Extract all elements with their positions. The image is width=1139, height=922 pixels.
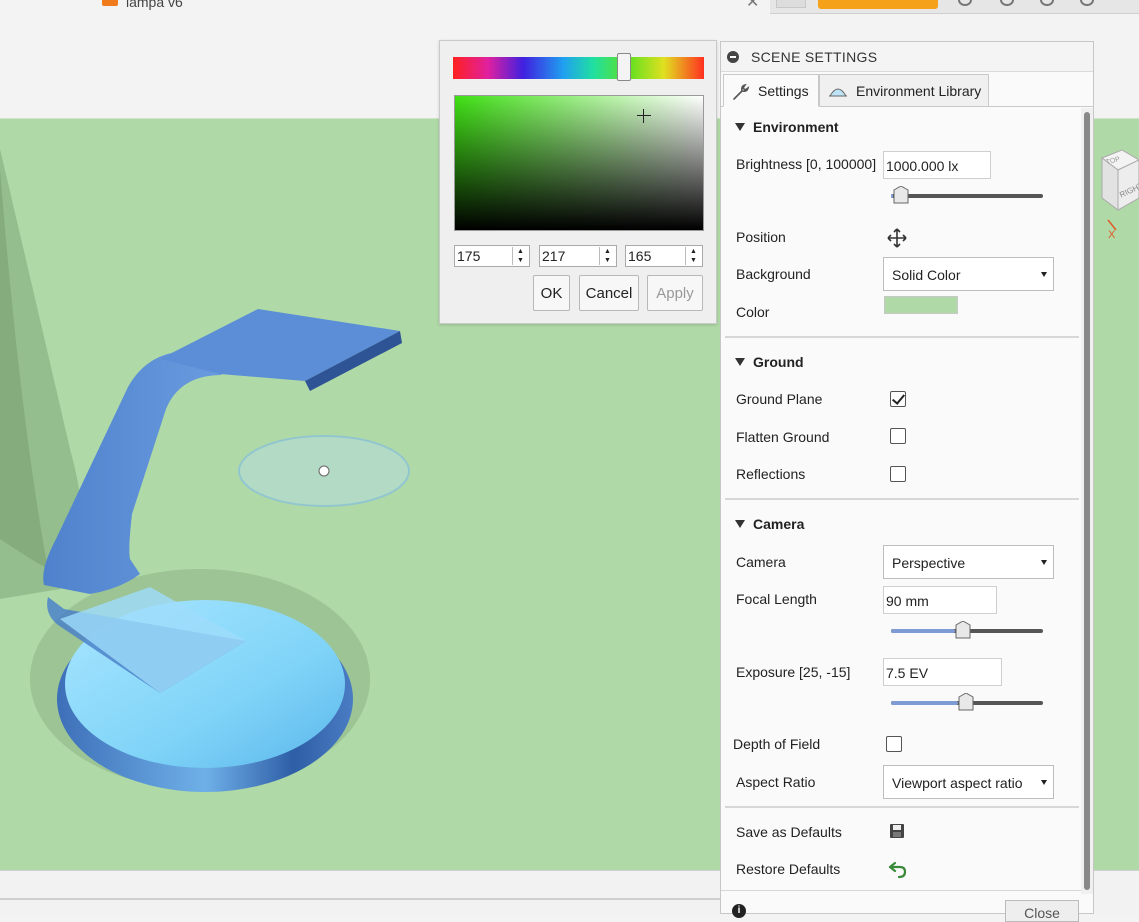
light-position-handle bbox=[318, 465, 330, 477]
wrench-icon bbox=[733, 83, 750, 100]
view-cube[interactable]: TOP RIGHT X bbox=[1094, 148, 1139, 248]
document-title[interactable]: lampa v6 bbox=[126, 0, 183, 10]
background-label: Background bbox=[736, 266, 811, 282]
focal-length-slider[interactable] bbox=[891, 621, 1043, 639]
focal-length-slider-thumb[interactable] bbox=[955, 621, 971, 639]
brightness-input[interactable]: 1000.000 lx bbox=[883, 151, 991, 179]
section-camera[interactable]: Camera bbox=[735, 516, 804, 532]
chevron-down-icon bbox=[1041, 780, 1047, 785]
title-bar: lampa v6 ✕ bbox=[0, 0, 1139, 14]
camera-dropdown[interactable]: Perspective bbox=[883, 545, 1054, 579]
saturation-value-area[interactable] bbox=[454, 95, 704, 231]
green-spinner[interactable]: ▲ ▼ bbox=[599, 247, 615, 265]
camera-label: Camera bbox=[736, 554, 786, 570]
section-environment[interactable]: Environment bbox=[735, 119, 839, 135]
close-tab-icon[interactable]: ✕ bbox=[746, 0, 759, 12]
aspect-ratio-dropdown[interactable]: Viewport aspect ratio bbox=[883, 765, 1054, 799]
exposure-slider[interactable] bbox=[891, 693, 1043, 711]
tab-environment-label: Environment Library bbox=[856, 83, 982, 99]
blue-spinner[interactable]: ▲ ▼ bbox=[685, 247, 701, 265]
chevron-down-icon bbox=[1041, 272, 1047, 277]
reflections-label: Reflections bbox=[736, 466, 806, 482]
color-swatch[interactable] bbox=[884, 296, 958, 314]
depth-of-field-checkbox[interactable] bbox=[886, 736, 902, 752]
blue-input[interactable]: ▲▼ bbox=[625, 245, 703, 267]
info-icon[interactable]: i bbox=[732, 904, 746, 918]
close-button[interactable]: Close bbox=[1005, 900, 1079, 922]
ok-button[interactable]: OK bbox=[533, 275, 570, 311]
green-input[interactable]: ▲▼ bbox=[539, 245, 617, 267]
brightness-label: Brightness [0, 100000] bbox=[736, 156, 877, 172]
red-input[interactable]: ▲▼ bbox=[454, 245, 530, 267]
flatten-ground-checkbox[interactable] bbox=[890, 428, 906, 444]
ground-plane-label: Ground Plane bbox=[736, 391, 823, 407]
cancel-button[interactable]: Cancel bbox=[579, 275, 639, 311]
save-defaults-label[interactable]: Save as Defaults bbox=[736, 824, 842, 840]
panel-title: SCENE SETTINGS bbox=[751, 49, 878, 65]
focal-length-input[interactable]: 90 mm bbox=[883, 586, 997, 614]
flatten-ground-label: Flatten Ground bbox=[736, 429, 830, 445]
move-icon[interactable] bbox=[887, 228, 907, 248]
section-ground[interactable]: Ground bbox=[735, 354, 804, 370]
color-label: Color bbox=[736, 304, 770, 320]
hue-slider-track[interactable] bbox=[453, 57, 704, 79]
background-dropdown[interactable]: Solid Color bbox=[883, 257, 1054, 291]
exposure-slider-thumb[interactable] bbox=[958, 693, 974, 711]
apply-button[interactable]: Apply bbox=[647, 275, 703, 311]
tab-settings-label: Settings bbox=[758, 83, 809, 99]
ground-plane-checkbox[interactable] bbox=[890, 391, 906, 407]
aspect-ratio-value: Viewport aspect ratio bbox=[892, 775, 1023, 791]
upgrade-button[interactable] bbox=[818, 0, 938, 9]
save-icon[interactable] bbox=[889, 823, 905, 839]
restore-defaults-label[interactable]: Restore Defaults bbox=[736, 861, 840, 877]
panel-header: SCENE SETTINGS bbox=[721, 42, 1093, 72]
camera-value: Perspective bbox=[892, 555, 966, 571]
focal-length-label: Focal Length bbox=[736, 591, 817, 607]
exposure-label: Exposure [25, -15] bbox=[736, 664, 851, 680]
add-tab-button[interactable] bbox=[776, 0, 806, 8]
bottom-divider bbox=[0, 898, 720, 900]
tab-settings[interactable]: Settings bbox=[723, 74, 819, 107]
aspect-ratio-label: Aspect Ratio bbox=[736, 774, 816, 790]
position-label: Position bbox=[736, 229, 786, 245]
undo-arrow-icon[interactable] bbox=[888, 859, 908, 879]
tab-environment-library[interactable]: Environment Library bbox=[819, 74, 989, 107]
brightness-slider-thumb[interactable] bbox=[893, 186, 909, 204]
reflections-checkbox[interactable] bbox=[890, 466, 906, 482]
panel-scrollbar[interactable] bbox=[1084, 112, 1090, 890]
background-value: Solid Color bbox=[892, 267, 961, 283]
collapse-icon[interactable] bbox=[727, 51, 739, 63]
scene-settings-panel: SCENE SETTINGS Settings Environment Libr… bbox=[720, 41, 1094, 922]
depth-of-field-label: Depth of Field bbox=[733, 736, 821, 752]
chevron-down-icon bbox=[1041, 560, 1047, 565]
brightness-slider[interactable] bbox=[891, 186, 1043, 204]
color-picker-dialog: ▲▼ ▲▼ ▲▼ OK Cancel Apply bbox=[439, 40, 717, 324]
viewcube-axis-label: X bbox=[1108, 229, 1116, 241]
hue-slider-thumb[interactable] bbox=[616, 53, 631, 81]
document-icon bbox=[102, 0, 118, 6]
crosshair-icon[interactable] bbox=[637, 109, 651, 123]
exposure-input[interactable]: 7.5 EV bbox=[883, 658, 1002, 686]
dome-icon bbox=[829, 88, 847, 97]
red-spinner[interactable]: ▲ ▼ bbox=[512, 247, 528, 265]
